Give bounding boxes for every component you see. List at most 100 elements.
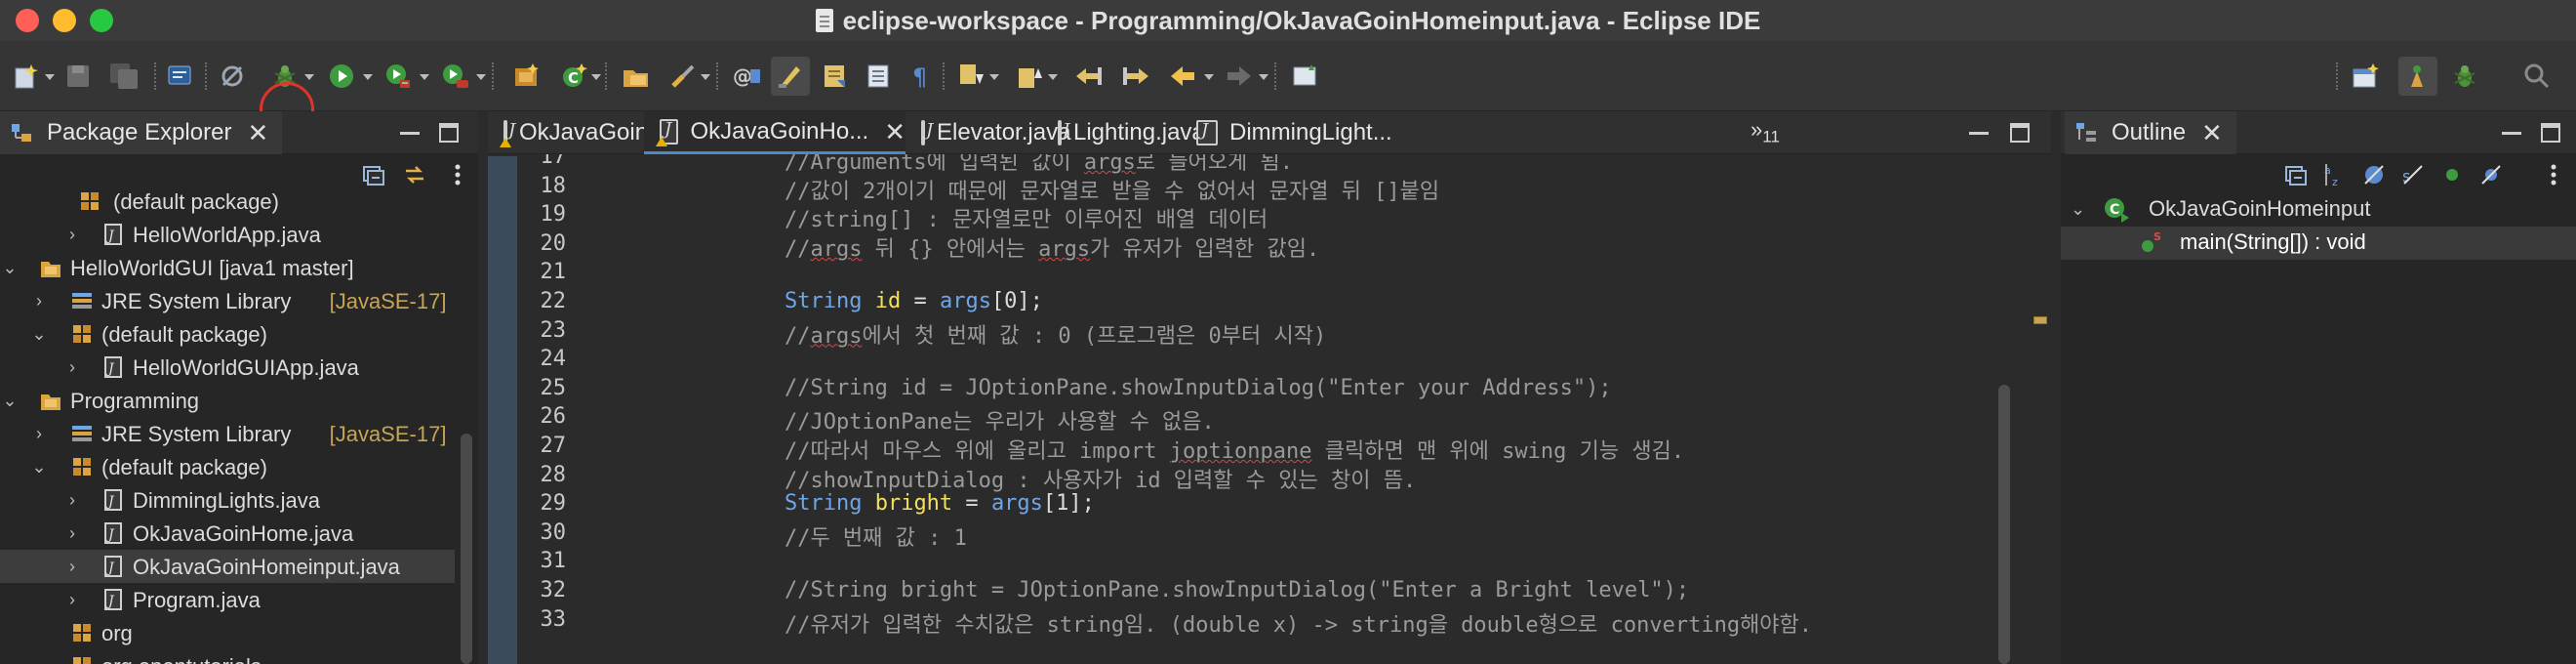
new-icon[interactable] bbox=[6, 57, 45, 96]
chevron-right-icon[interactable]: › bbox=[62, 490, 82, 510]
code-line[interactable]: 31 bbox=[488, 549, 2010, 578]
chevron-down-icon[interactable]: ⌄ bbox=[29, 457, 49, 477]
search-field-icon[interactable] bbox=[2517, 57, 2556, 96]
run-icon[interactable] bbox=[322, 57, 361, 96]
code-line[interactable]: 28 //showInputDialog : 사용자가 id 입력할 수 있는 … bbox=[488, 463, 2010, 493]
save-all-icon[interactable] bbox=[105, 57, 144, 96]
chevron-down-icon[interactable]: ⌄ bbox=[29, 324, 49, 344]
collapse-all-icon[interactable] bbox=[2283, 162, 2309, 187]
chevron-down-icon[interactable]: ⌄ bbox=[2071, 199, 2085, 220]
close-icon[interactable]: ✕ bbox=[884, 119, 906, 145]
code-line[interactable]: 18 //값이 2개이기 때문에 문자열로 받을 수 없어서 문자열 뒤 []붙… bbox=[488, 174, 2010, 204]
toggle-mark-occurrences-icon[interactable] bbox=[771, 57, 810, 96]
editor-scrollbar[interactable] bbox=[1998, 385, 2010, 664]
back-dropdown-icon[interactable] bbox=[1204, 74, 1214, 80]
tree-item-java[interactable]: › J OkJavaGoinHome.java bbox=[0, 517, 455, 550]
tree-item-project[interactable]: ⌄ HelloWorldGUI [java1 master] bbox=[0, 251, 455, 284]
code-line[interactable]: 30 //두 번째 값 : 1 bbox=[488, 520, 2010, 551]
hide-local-types-icon[interactable] bbox=[2478, 162, 2504, 187]
hide-fields-icon[interactable] bbox=[2361, 162, 2387, 187]
chevron-right-icon[interactable]: › bbox=[62, 557, 82, 576]
forward-dropdown-icon[interactable] bbox=[1259, 74, 1268, 80]
chevron-right-icon[interactable]: › bbox=[29, 291, 49, 311]
tree-item-library[interactable]: › JRE System Library [JavaSE-17] bbox=[0, 284, 455, 317]
next-annotation-icon[interactable] bbox=[952, 57, 991, 96]
editor-tab[interactable]: DimmingLight... bbox=[1181, 111, 1405, 154]
save-icon[interactable] bbox=[59, 57, 98, 96]
tree-item-package[interactable]: (default package) bbox=[0, 185, 455, 218]
tree-item-package[interactable]: ⌄ (default package) bbox=[0, 450, 455, 483]
tree-item-java[interactable]: › J HelloWorldApp.java bbox=[0, 218, 455, 251]
maximize-editor-icon[interactable] bbox=[2010, 123, 2030, 143]
tab-package-explorer[interactable]: Package Explorer ✕ bbox=[0, 111, 283, 154]
terminal-icon[interactable] bbox=[160, 57, 199, 96]
minimize-editor-icon[interactable] bbox=[1969, 123, 1989, 135]
last-edit-forward-icon[interactable] bbox=[1116, 57, 1155, 96]
outline-method-item[interactable]: S main(String[]) : void bbox=[2061, 227, 2576, 260]
previous-annotation-dropdown-icon[interactable] bbox=[1048, 74, 1058, 80]
maximize-view-icon[interactable] bbox=[2541, 123, 2560, 143]
new-class-icon[interactable]: C bbox=[554, 57, 593, 96]
code-line[interactable]: 29 String bright = args[1]; bbox=[488, 491, 2010, 520]
show-whitespace-icon[interactable] bbox=[859, 57, 898, 96]
last-edit-icon[interactable] bbox=[1069, 57, 1108, 96]
toggle-block-selection-icon[interactable] bbox=[816, 57, 855, 96]
chevron-right-icon[interactable]: › bbox=[62, 523, 82, 543]
new-dropdown-icon[interactable] bbox=[45, 74, 55, 80]
debug-perspective-icon[interactable] bbox=[2445, 57, 2484, 96]
run-dropdown-icon[interactable] bbox=[363, 74, 373, 80]
search-dropdown-icon[interactable] bbox=[701, 74, 710, 80]
code-line[interactable]: 22 String id = args[0]; bbox=[488, 289, 2010, 318]
coverage-icon[interactable] bbox=[379, 57, 418, 96]
open-task-icon[interactable]: @ bbox=[728, 57, 767, 96]
editor-tab[interactable]: Elevator.java bbox=[906, 111, 1070, 154]
java-perspective-icon[interactable] bbox=[2398, 57, 2437, 96]
forward-icon[interactable] bbox=[1220, 57, 1259, 96]
package-explorer-scrollbar[interactable] bbox=[461, 434, 472, 664]
minimize-view-icon[interactable] bbox=[2502, 123, 2521, 135]
more-tabs-button[interactable]: »11 bbox=[1751, 117, 1780, 146]
chevron-right-icon[interactable]: › bbox=[62, 357, 82, 377]
tree-item-library[interactable]: › JRE System Library [JavaSE-17] bbox=[0, 417, 455, 450]
tree-item-package[interactable]: org bbox=[0, 616, 455, 649]
editor-tab[interactable]: Lighting.java bbox=[1042, 111, 1205, 154]
tree-item-package[interactable]: org.opentutorials bbox=[0, 649, 455, 664]
minimize-view-icon[interactable] bbox=[400, 123, 420, 135]
next-annotation-dropdown-icon[interactable] bbox=[989, 74, 999, 80]
search-icon[interactable] bbox=[664, 57, 703, 96]
sort-icon[interactable]: az bbox=[2322, 162, 2348, 187]
maximize-view-icon[interactable] bbox=[439, 123, 459, 143]
code-line[interactable]: 20 //args 뒤 {} 안에서는 args가 유저가 입력한 값임. bbox=[488, 231, 2010, 262]
debug-dropdown-icon[interactable] bbox=[304, 74, 314, 80]
paragraph-icon[interactable]: ¶ bbox=[902, 57, 941, 96]
code-line[interactable]: 21 bbox=[488, 260, 2010, 289]
code-line[interactable]: 25 //String id = JOptionPane.showInputDi… bbox=[488, 376, 2010, 405]
tree-item-java[interactable]: › J Program.java bbox=[0, 583, 455, 616]
chevron-right-icon[interactable]: › bbox=[62, 225, 82, 244]
close-icon[interactable]: ✕ bbox=[2201, 120, 2223, 145]
chevron-right-icon[interactable]: › bbox=[62, 590, 82, 609]
tree-item-java[interactable]: › J HelloWorldGUIApp.java bbox=[0, 351, 455, 384]
code-line[interactable]: 27 //따라서 마우스 위에 올리고 import joptionpane 클… bbox=[488, 434, 2010, 464]
chevron-down-icon[interactable]: ⌄ bbox=[0, 391, 20, 410]
tree-item-java[interactable]: › J DimmingLights.java bbox=[0, 483, 455, 517]
skip-breakpoints-icon[interactable] bbox=[213, 57, 252, 96]
code-line[interactable]: 24 bbox=[488, 347, 2010, 376]
code-text-area[interactable]: 17 //Arguments에 입력된 값이 args로 들어오게 됨. 18 /… bbox=[488, 154, 2010, 664]
outline-class-item[interactable]: ⌄ C OkJavaGoinHomeinput bbox=[2061, 193, 2576, 227]
chevron-down-icon[interactable]: ⌄ bbox=[0, 258, 20, 277]
open-perspective-icon[interactable] bbox=[2346, 57, 2385, 96]
tab-outline[interactable]: Outline ✕ bbox=[2065, 111, 2236, 154]
open-type-icon[interactable] bbox=[617, 57, 656, 96]
code-line[interactable]: 23 //args에서 첫 번째 값 : 0 (프로그램은 0부터 시작) bbox=[488, 318, 2010, 349]
warning-marker[interactable] bbox=[2033, 316, 2047, 324]
external-tools-icon[interactable] bbox=[435, 57, 474, 96]
coverage-dropdown-icon[interactable] bbox=[420, 74, 429, 80]
back-icon[interactable] bbox=[1163, 57, 1202, 96]
code-line[interactable]: 17 //Arguments에 입력된 값이 args로 들어오게 됨. bbox=[488, 154, 2010, 175]
code-line[interactable]: 32 //String bright = JOptionPane.showInp… bbox=[488, 578, 2010, 607]
code-line[interactable]: 26 //JOptionPane는 우리가 사용할 수 없음. bbox=[488, 404, 2010, 435]
previous-annotation-icon[interactable] bbox=[1011, 57, 1050, 96]
chevron-right-icon[interactable]: › bbox=[29, 424, 49, 443]
editor-tab[interactable]: OkJavaGoinHo... bbox=[488, 111, 698, 154]
